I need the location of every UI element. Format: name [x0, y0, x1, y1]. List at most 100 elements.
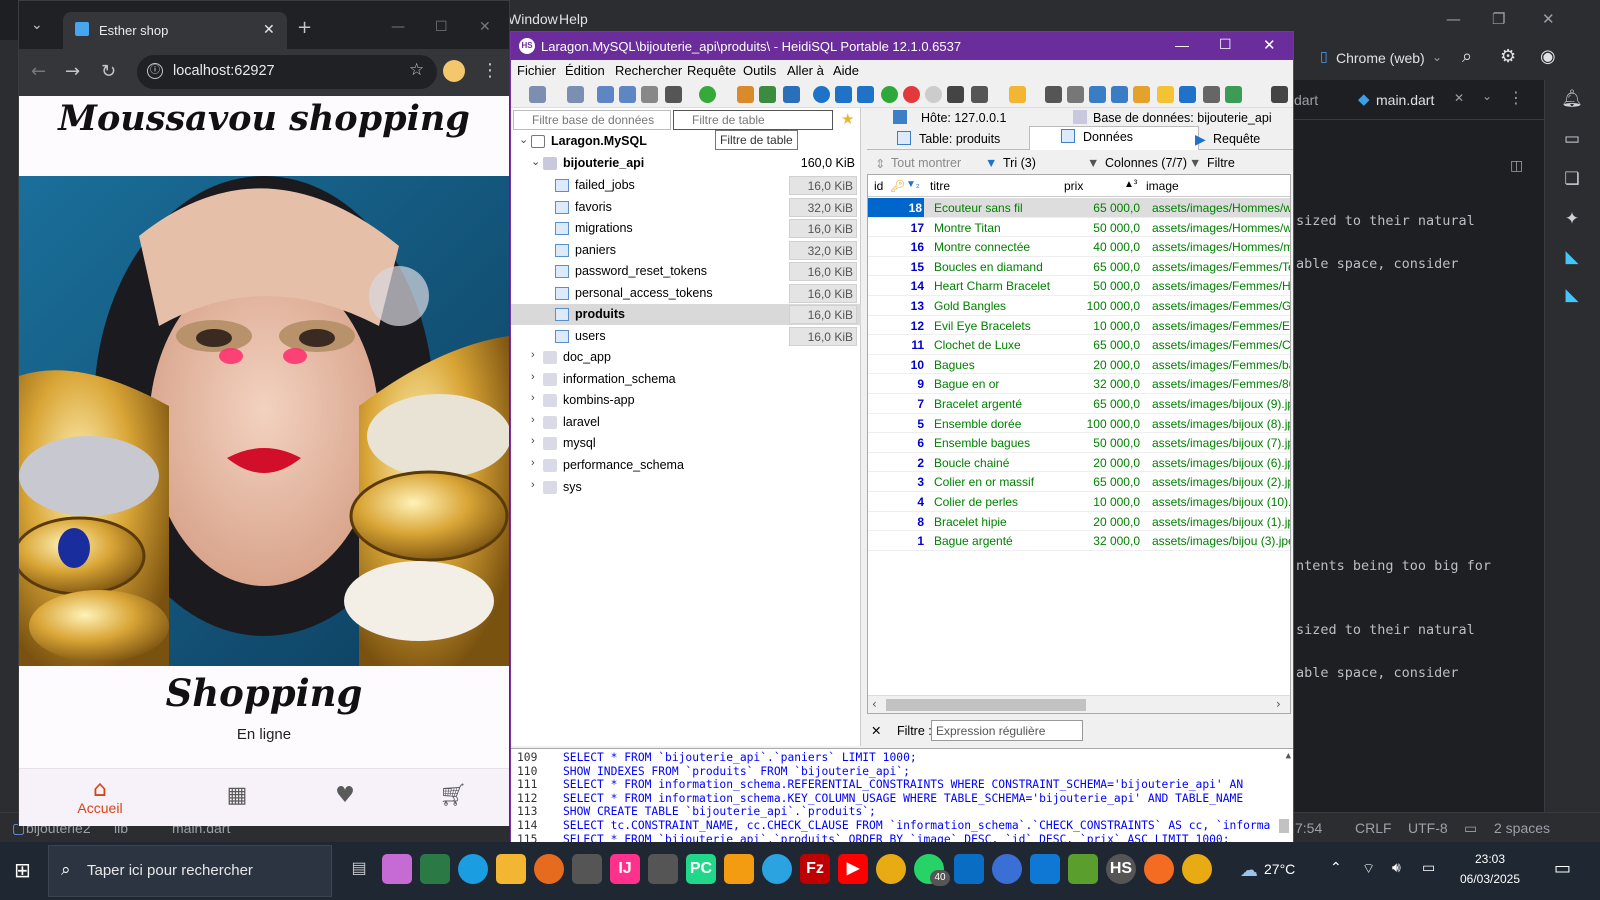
sort-asc-icon[interactable]: ▲³: [1124, 179, 1137, 190]
table-row[interactable]: 18 Ecouteur sans fil 65 000,0 assets/images…: [868, 198, 1290, 218]
scroll-up-icon[interactable]: ▲: [1286, 751, 1291, 761]
device-manager-icon[interactable]: ▭: [1561, 128, 1583, 150]
chrome-icon[interactable]: [876, 854, 906, 884]
sync-icon[interactable]: [783, 86, 800, 103]
cell-titre[interactable]: Ensemble dorée: [934, 417, 1058, 431]
table-row[interactable]: 9 Bague en or 32 000,0 assets/images/Femmes…: [868, 374, 1290, 394]
tree-database-laravel[interactable]: › laravel: [511, 412, 861, 433]
run-config-select[interactable]: Chrome (web): [1336, 50, 1425, 66]
battery-icon[interactable]: ▭: [1422, 860, 1435, 876]
cell-prix[interactable]: 20 000,0: [1064, 358, 1140, 372]
copilot-icon[interactable]: [382, 854, 412, 884]
sort-desc-icon[interactable]: ▼₂: [906, 179, 920, 190]
cell-titre[interactable]: Bagues: [934, 358, 1058, 372]
table-row[interactable]: 7 Bracelet argenté 65 000,0 assets/images/b…: [868, 394, 1290, 414]
tree-table-paniers[interactable]: paniers 32,0 KiB: [511, 240, 861, 261]
cell-titre[interactable]: Bracelet hipie: [934, 515, 1058, 529]
menu-help[interactable]: Help: [559, 11, 588, 27]
file-explorer-icon[interactable]: [496, 854, 526, 884]
cell-image[interactable]: assets/images/Femmes/bagu: [1152, 358, 1290, 372]
show-all-button[interactable]: Tout montrer: [891, 156, 961, 170]
open-folder-icon[interactable]: [1009, 86, 1026, 103]
save-icon[interactable]: [1045, 86, 1062, 103]
run-icon[interactable]: [971, 86, 988, 103]
cell-id[interactable]: 12: [868, 319, 924, 333]
expand-icon[interactable]: ›: [531, 371, 535, 383]
favorite-star-icon[interactable]: ★: [841, 110, 854, 128]
tree-database-mysql[interactable]: › mysql: [511, 433, 861, 454]
nav-home[interactable]: ⌂ Accueil: [55, 777, 145, 816]
cell-titre[interactable]: Montre connectée: [934, 240, 1058, 254]
minimize-icon[interactable]: —: [1175, 37, 1189, 53]
collapse-icon[interactable]: ⌄: [519, 133, 528, 146]
tree-table-produits[interactable]: produits 16,0 KiB: [511, 304, 861, 325]
wrap-icon[interactable]: [1203, 86, 1220, 103]
cell-id[interactable]: 16: [868, 240, 924, 254]
cell-prix[interactable]: 32 000,0: [1064, 534, 1140, 548]
inspector-icon[interactable]: ❏: [1561, 168, 1583, 190]
cursor-position[interactable]: 7:54: [1295, 820, 1322, 836]
pycharm-icon[interactable]: PC: [686, 854, 716, 884]
tree-root[interactable]: ⌄ Laragon.MySQL: [511, 131, 861, 152]
menu-aller-a[interactable]: Aller à: [787, 63, 824, 78]
account-icon[interactable]: ◉: [1540, 46, 1556, 67]
cell-titre[interactable]: Colier de perles: [934, 495, 1058, 509]
maximize-icon[interactable]: ☐: [1219, 36, 1232, 53]
cell-id[interactable]: 14: [868, 279, 924, 293]
flutter-inspector-icon[interactable]: ◣: [1561, 246, 1583, 268]
cell-titre[interactable]: Boucle chainé: [934, 456, 1058, 470]
wifi-icon[interactable]: ⌔: [1362, 860, 1375, 878]
table-row[interactable]: 1 Bague argenté 32 000,0 assets/images/bijo…: [868, 531, 1290, 551]
cell-image[interactable]: assets/images/Femmes/Hear: [1152, 279, 1290, 293]
table-row[interactable]: 17 Montre Titan 50 000,0 assets/images/Homm…: [868, 218, 1290, 238]
cell-titre[interactable]: Heart Charm Bracelet: [934, 279, 1058, 293]
find-icon[interactable]: [1089, 86, 1106, 103]
tree-table-failed_jobs[interactable]: failed_jobs 16,0 KiB: [511, 175, 861, 196]
tray-chevron-icon[interactable]: ⌃: [1330, 860, 1342, 876]
back-icon[interactable]: ←: [31, 61, 46, 82]
auto-refresh-icon[interactable]: [1225, 86, 1242, 103]
close-window-icon[interactable]: ✕: [479, 19, 491, 35]
cell-image[interactable]: assets/images/bijoux (7).jpeg: [1152, 436, 1290, 450]
reload-icon[interactable]: ↻: [101, 61, 116, 82]
help-icon[interactable]: [813, 86, 830, 103]
indent-setting[interactable]: 2 spaces: [1494, 820, 1550, 836]
cell-prix[interactable]: 32 000,0: [1064, 377, 1140, 391]
cell-prix[interactable]: 50 000,0: [1064, 279, 1140, 293]
cell-id[interactable]: 10: [868, 358, 924, 372]
cell-image[interactable]: assets/images/bijou (3).jpeg: [1152, 534, 1290, 548]
cell-titre[interactable]: Ensemble bagues: [934, 436, 1058, 450]
cell-image[interactable]: assets/images/Hommes/miba: [1152, 240, 1290, 254]
filter-regex-input[interactable]: Expression régulière: [931, 720, 1083, 741]
cell-image[interactable]: assets/images/bijoux (9).jpeg: [1152, 397, 1290, 411]
youtube-icon[interactable]: ▶: [838, 854, 868, 884]
app-icon-3[interactable]: [1030, 854, 1060, 884]
maximize-icon[interactable]: ☐: [435, 19, 448, 35]
site-info-icon[interactable]: ⓘ: [147, 63, 163, 79]
table-row[interactable]: 4 Colier de perles 10 000,0 assets/images/b…: [868, 492, 1290, 512]
tree-database[interactable]: ⌄ bijouterie_api 160,0 KiB: [511, 153, 861, 174]
expand-icon[interactable]: ›: [531, 392, 535, 404]
sublime-icon[interactable]: [724, 854, 754, 884]
cell-image[interactable]: assets/images/Femmes/Evil E: [1152, 319, 1290, 333]
cell-id[interactable]: 7: [868, 397, 924, 411]
cell-prix[interactable]: 10 000,0: [1064, 495, 1140, 509]
close-icon[interactable]: ✕: [1263, 36, 1276, 54]
task-view-icon[interactable]: ▤: [344, 854, 374, 884]
telegram-icon[interactable]: [762, 854, 792, 884]
split-editor-icon[interactable]: ◫: [1510, 158, 1523, 174]
tab-dart[interactable]: dart: [1294, 92, 1318, 108]
table-row[interactable]: 16 Montre connectée 40 000,0 assets/images/…: [868, 237, 1290, 257]
last-icon[interactable]: [857, 86, 874, 103]
close-tab-icon[interactable]: ✕: [1454, 91, 1464, 105]
table-row[interactable]: 3 Colier en or massif 65 000,0 assets/image…: [868, 472, 1290, 492]
filezilla-icon[interactable]: Fz: [800, 854, 830, 884]
cell-image[interactable]: assets/images/bijoux (8).jpeg: [1152, 417, 1290, 431]
col-image[interactable]: image: [1146, 179, 1179, 193]
tree-table-users[interactable]: users 16,0 KiB: [511, 326, 861, 347]
forward-icon[interactable]: →: [65, 61, 80, 82]
profile-avatar[interactable]: [443, 60, 465, 82]
tab-database[interactable]: Base de données: bijouterie_api: [1093, 111, 1272, 125]
gear-icon[interactable]: ⚙: [1500, 46, 1516, 67]
menu-requete[interactable]: Requête: [687, 63, 736, 78]
